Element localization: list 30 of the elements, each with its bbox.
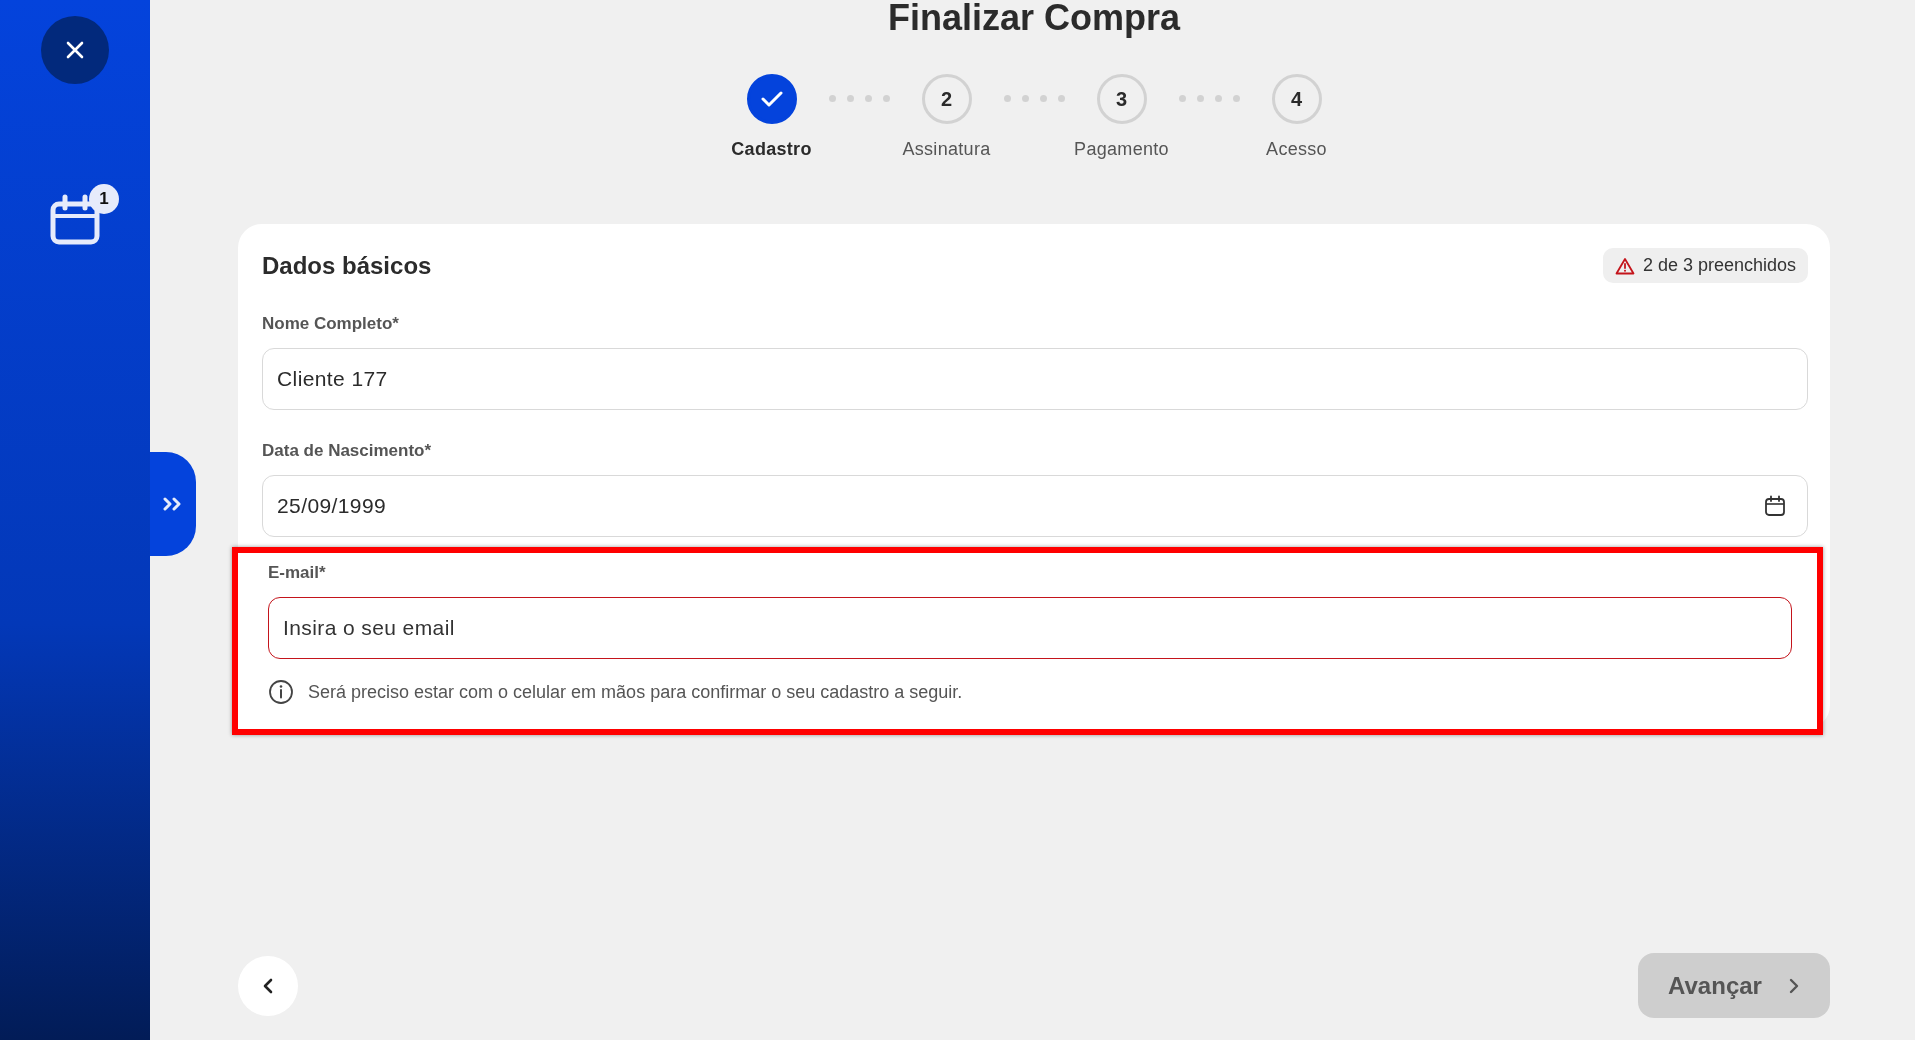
input-field[interactable]: Insira o seu email <box>268 597 1792 659</box>
step-label[interactable]: Assinatura <box>902 139 991 160</box>
section-title: Dados básicos <box>262 251 432 280</box>
check-icon <box>759 90 784 108</box>
step-connector <box>828 95 890 102</box>
step-indicator: 2 <box>921 74 972 124</box>
step-indicator: 4 <box>1271 74 1322 124</box>
info-icon <box>268 679 294 705</box>
progress-text: 2 de 3 preenchidos <box>1642 255 1796 276</box>
field-label: Data de Nascimento* <box>262 441 433 461</box>
expand-tab[interactable] <box>150 452 196 556</box>
field-label: E-mail* <box>268 563 327 583</box>
close-icon[interactable] <box>65 40 85 60</box>
date-field[interactable]: 25/09/1999 <box>262 475 1808 537</box>
page-title: Finalizar Compra <box>886 0 1182 36</box>
calendar-icon[interactable] <box>49 194 101 246</box>
step-label[interactable]: Acesso <box>1266 139 1327 160</box>
step-indicator: 3 <box>1096 74 1147 124</box>
warning-icon <box>1614 256 1635 275</box>
step-label[interactable]: Cadastro <box>731 139 812 160</box>
notification-badge: 1 <box>89 184 119 214</box>
step-label[interactable]: Pagamento <box>1074 139 1169 160</box>
input-field[interactable]: Cliente 177 <box>262 348 1808 410</box>
chevron-left-icon[interactable] <box>262 977 274 994</box>
step-connector <box>1178 95 1240 102</box>
chevron-right-icon <box>1787 977 1800 994</box>
field-label: Nome Completo* <box>262 314 400 334</box>
step-connector <box>1003 95 1065 102</box>
calendar-icon[interactable] <box>1764 495 1786 517</box>
info-text: Será preciso estar com o celular em mãos para confirmar o seu cadastro a seguir. <box>308 681 963 703</box>
